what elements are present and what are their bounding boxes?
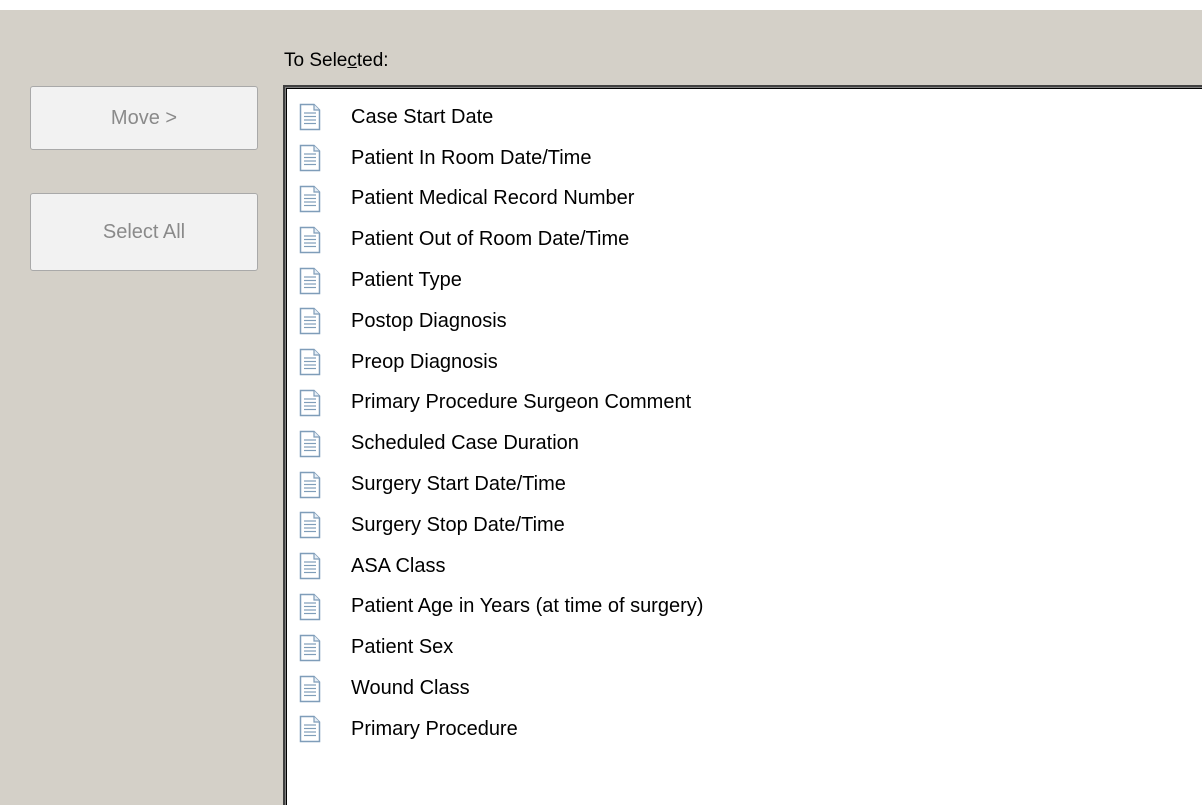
label-prefix: To Sele [284, 50, 348, 71]
list-item-label: Patient Type [351, 269, 462, 292]
document-icon [299, 716, 321, 743]
list-item[interactable]: Patient In Room Date/Time [299, 138, 703, 179]
list-item-label: Preop Diagnosis [351, 350, 498, 373]
selected-fields-list: Case Start Date Patient In Room Date/Time… [299, 97, 703, 750]
list-item[interactable]: Patient Medical Record Number [299, 179, 703, 220]
document-icon [299, 512, 321, 539]
list-item-label: Surgery Stop Date/Time [351, 513, 565, 536]
list-item-label: Scheduled Case Duration [351, 432, 579, 455]
list-item[interactable]: Patient Sex [299, 627, 703, 668]
list-item-label: Wound Class [351, 677, 470, 700]
list-item-label: Patient Out of Room Date/Time [351, 228, 630, 251]
list-item[interactable]: Case Start Date [299, 97, 703, 138]
document-icon [299, 267, 321, 294]
list-item-label: Patient Age in Years (at time of surgery… [351, 595, 704, 618]
list-item[interactable]: ASA Class [299, 546, 703, 587]
list-item[interactable]: Patient Out of Room Date/Time [299, 219, 703, 260]
list-item-label: Patient Medical Record Number [351, 187, 635, 210]
list-item[interactable]: Primary Procedure Surgeon Comment [299, 383, 703, 424]
list-item[interactable]: Patient Age in Years (at time of surgery… [299, 587, 703, 628]
list-item-label: Patient Sex [351, 636, 454, 659]
document-icon [299, 104, 321, 131]
document-icon [299, 348, 321, 376]
document-icon [299, 389, 321, 417]
list-item[interactable]: Patient Type [299, 260, 703, 301]
document-icon [299, 430, 321, 458]
list-item-label: Postop Diagnosis [351, 309, 507, 332]
list-item-label: Case Start Date [351, 105, 494, 128]
document-icon [299, 552, 321, 580]
list-item-label: Surgery Start Date/Time [351, 473, 566, 496]
select-all-button[interactable]: Select All [30, 193, 258, 271]
label-mnemonic: c [347, 50, 357, 71]
list-item-label: Primary Procedure Surgeon Comment [351, 391, 692, 414]
selected-fields-listbox[interactable]: Case Start Date Patient In Room Date/Time… [283, 85, 1202, 805]
list-item[interactable]: Preop Diagnosis [299, 342, 703, 383]
to-selected-label: To Selected: [284, 50, 389, 72]
list-item-label: ASA Class [351, 554, 446, 577]
document-icon [299, 144, 321, 172]
list-item[interactable]: Wound Class [299, 668, 703, 709]
move-button[interactable]: Move > [30, 86, 258, 150]
list-item-label: Patient In Room Date/Time [351, 146, 592, 169]
list-item[interactable]: Scheduled Case Duration [299, 423, 703, 464]
document-icon [299, 471, 321, 498]
list-item[interactable]: Primary Procedure [299, 709, 703, 750]
list-item[interactable]: Surgery Start Date/Time [299, 464, 703, 505]
document-icon [299, 634, 321, 661]
document-icon [299, 675, 321, 702]
list-item[interactable]: Surgery Stop Date/Time [299, 505, 703, 546]
list-item[interactable]: Postop Diagnosis [299, 301, 703, 342]
label-suffix: ted: [356, 50, 389, 71]
document-icon [299, 185, 321, 213]
window-top-edge [0, 0, 1202, 10]
list-item-label: Primary Procedure [351, 717, 518, 740]
document-icon [299, 308, 321, 335]
document-icon [299, 593, 321, 621]
document-icon [299, 226, 321, 254]
